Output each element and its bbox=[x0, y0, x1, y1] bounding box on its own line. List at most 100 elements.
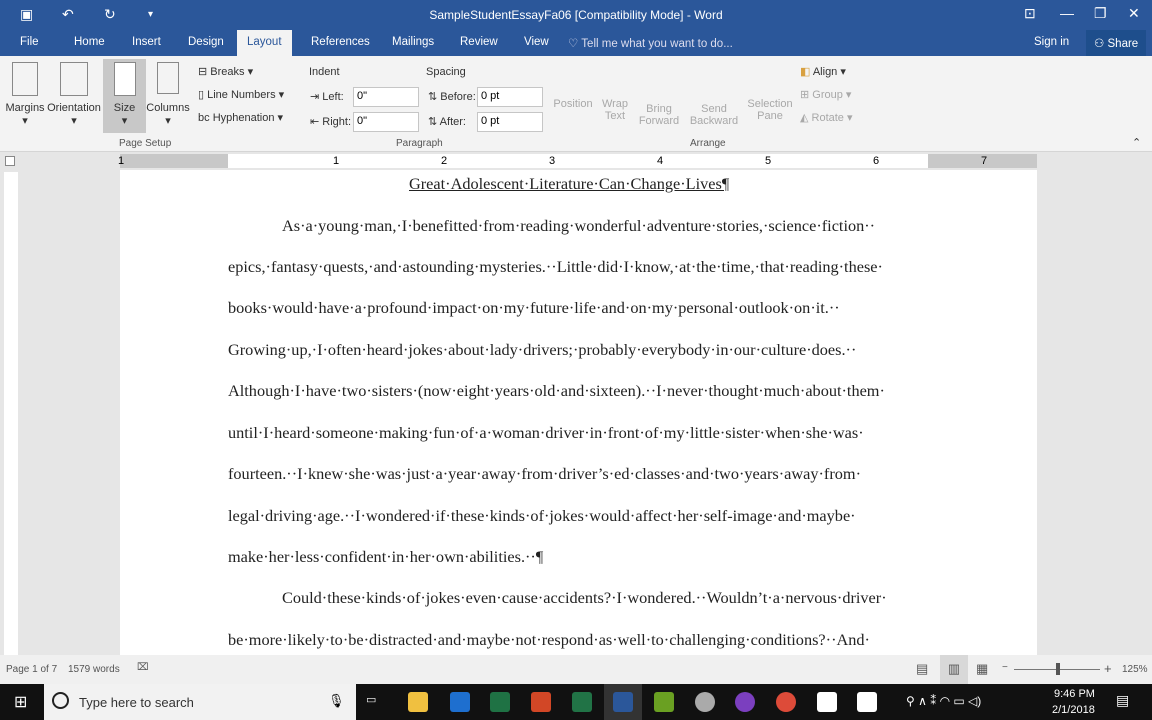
spacing-after-input[interactable]: 0 pt bbox=[477, 112, 543, 132]
clock-time[interactable]: 9:46 PM bbox=[1054, 688, 1095, 700]
proofing-icon[interactable]: ⌧ bbox=[137, 662, 149, 673]
bring-forward-button[interactable]: Bring Forward bbox=[636, 103, 682, 127]
windows-start-icon[interactable]: ⊞ bbox=[14, 692, 27, 712]
edge-icon[interactable] bbox=[450, 692, 470, 712]
zoom-slider-thumb[interactable] bbox=[1056, 663, 1060, 675]
tray-icons[interactable]: ⚲ ∧ ⁑ ◠ ▭ ◁) bbox=[906, 694, 981, 708]
collapse-ribbon-icon[interactable]: ⌃ bbox=[1132, 136, 1141, 149]
close-button[interactable]: ✕ bbox=[1128, 5, 1140, 22]
text-line: epics,·fantasy·quests,·and·astounding·my… bbox=[228, 257, 883, 276]
word-taskbar-button[interactable] bbox=[604, 684, 642, 720]
window-title: SampleStudentEssayFa06 [Compatibility Mo… bbox=[429, 8, 723, 22]
rotate-button[interactable]: ◭ Rotate ▾ bbox=[800, 111, 853, 124]
share-label: Share bbox=[1107, 38, 1139, 50]
word-icon bbox=[613, 692, 633, 712]
tab-mailings[interactable]: Mailings bbox=[392, 36, 434, 48]
text-line: until·I·heard·someone·making·fun·of·a·wo… bbox=[228, 423, 864, 442]
group-button[interactable]: ⊞ Group ▾ bbox=[800, 88, 851, 101]
share-button[interactable]: ⚇ Share bbox=[1086, 30, 1147, 56]
bring-label-1: Bring bbox=[646, 103, 672, 115]
spacing-before-input[interactable]: 0 pt bbox=[477, 87, 543, 107]
indent-right-input[interactable]: 0" bbox=[353, 112, 419, 132]
indent-left-input[interactable]: 0" bbox=[353, 87, 419, 107]
ruler-tick: 7 bbox=[981, 155, 988, 167]
selection-pane-button[interactable]: Selection Pane bbox=[746, 98, 794, 122]
clock-date[interactable]: 2/1/2018 bbox=[1052, 704, 1095, 716]
columns-button[interactable]: Columns ▾ bbox=[146, 62, 190, 127]
zoom-in-button[interactable]: + bbox=[1104, 661, 1112, 676]
indent-right-label: ⇤ Right: bbox=[310, 116, 352, 128]
camtasia-recorder-icon[interactable] bbox=[857, 692, 877, 712]
bring-label-2: Forward bbox=[638, 115, 680, 127]
tell-me-box[interactable]: ♡ Tell me what you want to do... bbox=[568, 36, 733, 50]
orientation-button[interactable]: Orientation ▾ bbox=[46, 62, 102, 127]
ruler-tick: 6 bbox=[873, 155, 880, 167]
document-page[interactable]: Great·Adolescent·Literature·Can·Change·L… bbox=[120, 170, 1037, 655]
word-count[interactable]: 1579 words bbox=[68, 664, 120, 675]
powerpoint-icon[interactable] bbox=[531, 692, 551, 712]
indent-right-text: Right: bbox=[322, 116, 352, 128]
tab-references[interactable]: References bbox=[311, 36, 370, 48]
notifications-icon[interactable]: ▤ bbox=[1116, 692, 1129, 709]
tab-selector[interactable] bbox=[5, 156, 15, 166]
send-backward-button[interactable]: Send Backward bbox=[688, 103, 740, 127]
ruler-tick: 1 bbox=[333, 155, 340, 167]
sign-in-link[interactable]: Sign in bbox=[1034, 36, 1069, 48]
indent-left-label: ⇥ Left: bbox=[310, 91, 344, 103]
microphone-icon[interactable]: 🎙 bbox=[328, 693, 345, 709]
spacing-before-label: ⇅ Before: bbox=[428, 91, 476, 103]
tab-file[interactable]: File bbox=[20, 36, 39, 48]
taskbar: ⊞ Type here to search 🎙 ▭ ⚲ ∧ ⁑ ◠ ▭ ◁) 9… bbox=[0, 684, 1152, 720]
restore-button[interactable]: ❐ bbox=[1094, 5, 1107, 22]
tab-home[interactable]: Home bbox=[74, 36, 105, 48]
ruler-tick: 2 bbox=[441, 155, 448, 167]
search-box[interactable]: Type here to search 🎙 bbox=[44, 684, 356, 720]
zoom-level[interactable]: 125% bbox=[1122, 664, 1148, 675]
vertical-ruler[interactable] bbox=[4, 172, 18, 655]
tab-layout[interactable]: Layout bbox=[237, 30, 292, 56]
margins-label: Margins bbox=[5, 102, 45, 114]
tab-view[interactable]: View bbox=[524, 36, 549, 48]
rotate-label: Rotate bbox=[811, 112, 844, 124]
text-line: fourteen.··I·knew·she·was·just·a·year·aw… bbox=[228, 464, 861, 483]
line-numbers-button[interactable]: ▯ Line Numbers ▾ bbox=[198, 88, 284, 101]
selection-label-1: Selection bbox=[747, 98, 793, 110]
tab-design[interactable]: Design bbox=[188, 36, 224, 48]
margins-button[interactable]: Margins ▾ bbox=[4, 62, 46, 127]
ribbon-display-icon[interactable]: ⊡ bbox=[1024, 5, 1036, 22]
camtasia-icon[interactable] bbox=[654, 692, 674, 712]
horizontal-ruler[interactable]: 1 1 2 3 4 5 6 7 bbox=[0, 152, 1152, 170]
cortana-icon bbox=[52, 692, 69, 709]
mail-icon[interactable] bbox=[817, 692, 837, 712]
line-numbers-icon: ▯ bbox=[198, 89, 208, 101]
minimize-button[interactable]: — bbox=[1060, 5, 1074, 21]
hyphenation-button[interactable]: bc Hyphenation ▾ bbox=[198, 111, 283, 124]
read-mode-icon[interactable]: ▤ bbox=[916, 661, 928, 677]
wrap-text-button[interactable]: Wrap Text bbox=[596, 98, 634, 122]
document-title: Great·Adolescent·Literature·Can·Change·L… bbox=[409, 174, 730, 193]
chrome-icon[interactable] bbox=[776, 692, 796, 712]
ruler-tick: 4 bbox=[657, 155, 664, 167]
breaks-icon: ⊟ bbox=[198, 66, 211, 78]
web-layout-icon[interactable]: ▦ bbox=[976, 661, 988, 677]
text-line: Although·I·have·two·sisters·(now·eight·y… bbox=[228, 381, 885, 400]
snipping-tool-icon[interactable] bbox=[695, 692, 715, 712]
zoom-out-button[interactable]: − bbox=[1002, 662, 1008, 673]
size-button[interactable]: Size ▾ bbox=[103, 59, 146, 133]
file-explorer-icon[interactable] bbox=[408, 692, 428, 712]
tab-insert[interactable]: Insert bbox=[132, 36, 161, 48]
breaks-button[interactable]: ⊟ Breaks ▾ bbox=[198, 65, 253, 78]
wrap-label-2: Text bbox=[604, 110, 626, 122]
print-layout-icon[interactable]: ▥ bbox=[940, 655, 968, 684]
page-count[interactable]: Page 1 of 7 bbox=[6, 664, 57, 675]
app-icon[interactable] bbox=[735, 692, 755, 712]
group-icon: ⊞ bbox=[800, 89, 813, 101]
tab-review[interactable]: Review bbox=[460, 36, 498, 48]
align-button[interactable]: ◧ Align ▾ bbox=[800, 65, 846, 78]
position-button[interactable]: Position bbox=[552, 98, 594, 110]
task-view-icon[interactable]: ▭ bbox=[366, 693, 376, 706]
excel-icon[interactable] bbox=[490, 692, 510, 712]
indent-left-text: Left: bbox=[322, 91, 344, 103]
person-icon: ⚇ bbox=[1094, 38, 1108, 50]
publisher-icon[interactable] bbox=[572, 692, 592, 712]
